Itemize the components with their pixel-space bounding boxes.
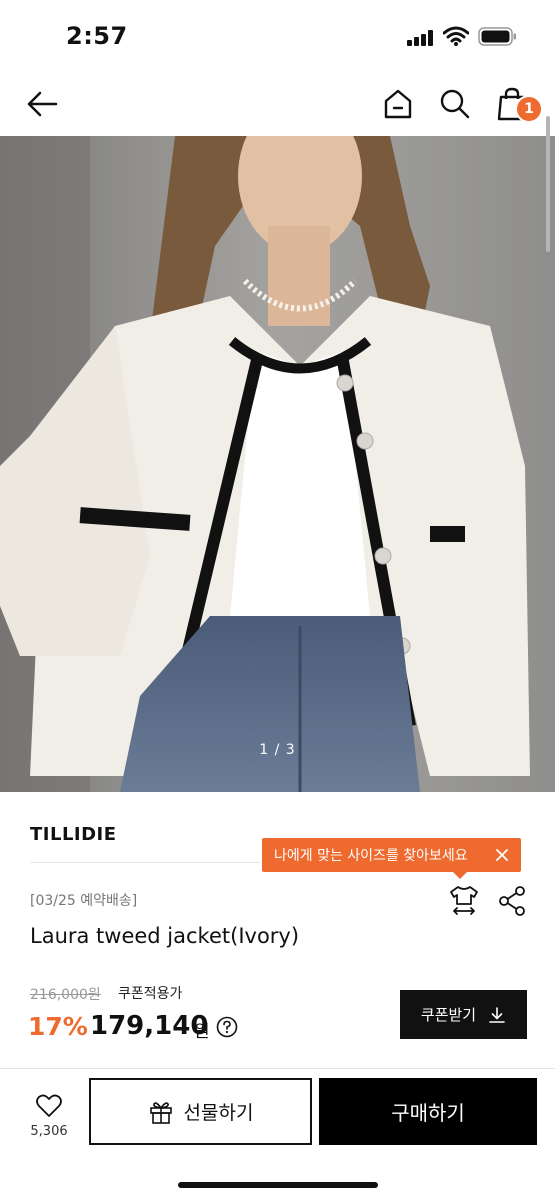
product-name: Laura tweed jacket(Ivory) bbox=[30, 924, 300, 948]
close-icon[interactable] bbox=[493, 846, 511, 864]
share-icon bbox=[499, 886, 525, 916]
gift-button-label: 선물하기 bbox=[183, 1102, 254, 1124]
search-icon bbox=[440, 89, 470, 119]
original-price: 216,000원 bbox=[30, 987, 101, 1003]
nav-bar bbox=[0, 70, 555, 136]
size-guide-button[interactable] bbox=[448, 884, 480, 918]
question-icon bbox=[216, 1016, 238, 1038]
status-time: 2:57 bbox=[66, 22, 128, 50]
gift-button[interactable]: 선물하기 bbox=[89, 1078, 312, 1145]
heart-icon bbox=[36, 1094, 62, 1117]
signal-icon bbox=[407, 30, 435, 46]
gift-icon bbox=[149, 1101, 172, 1124]
currency-label: 원 bbox=[194, 1022, 210, 1042]
coupon-price-label: 쿠폰적용가 bbox=[118, 986, 183, 1002]
tshirt-size-icon bbox=[450, 886, 478, 915]
sale-price: 179,140 bbox=[90, 1011, 209, 1041]
home-button[interactable] bbox=[378, 84, 418, 124]
divider bbox=[30, 862, 260, 863]
status-bar: 2:57 bbox=[0, 0, 555, 70]
product-image-gallery[interactable]: 1 / 3 bbox=[0, 136, 555, 792]
brand-name[interactable]: TILLIDIE bbox=[30, 824, 117, 845]
size-finder-tooltip[interactable]: 나에게 맞는 사이즈를 찾아보세요 bbox=[262, 838, 521, 879]
like-button[interactable] bbox=[22, 1090, 76, 1150]
coupon-button-label: 쿠폰받기 bbox=[420, 1006, 477, 1024]
back-button[interactable] bbox=[22, 84, 62, 124]
like-count: 5,306 bbox=[30, 1124, 68, 1139]
cart-count-badge: 1 bbox=[515, 95, 543, 123]
search-button[interactable] bbox=[435, 84, 475, 124]
divider bbox=[0, 1068, 555, 1069]
back-arrow-icon bbox=[27, 91, 58, 117]
home-icon bbox=[384, 89, 412, 119]
get-coupon-button[interactable]: 쿠폰받기 bbox=[400, 990, 527, 1039]
gallery-page-indicator: 1 / 3 bbox=[259, 742, 296, 758]
home-indicator bbox=[178, 1182, 378, 1188]
shipping-note: [03/25 예약배송] bbox=[30, 893, 138, 909]
size-tooltip-text: 나에게 맞는 사이즈를 찾아보세요 bbox=[274, 848, 468, 864]
buy-button[interactable]: 구매하기 bbox=[319, 1078, 537, 1145]
buy-button-label: 구매하기 bbox=[391, 1101, 465, 1125]
share-button[interactable] bbox=[496, 884, 528, 918]
price-info-button[interactable] bbox=[216, 1016, 238, 1038]
product-photo bbox=[0, 136, 555, 792]
scroll-indicator bbox=[546, 116, 550, 252]
download-icon bbox=[489, 1006, 505, 1023]
discount-rate: 17% bbox=[28, 1012, 88, 1041]
battery-icon bbox=[478, 27, 517, 46]
wifi-icon bbox=[442, 26, 470, 46]
